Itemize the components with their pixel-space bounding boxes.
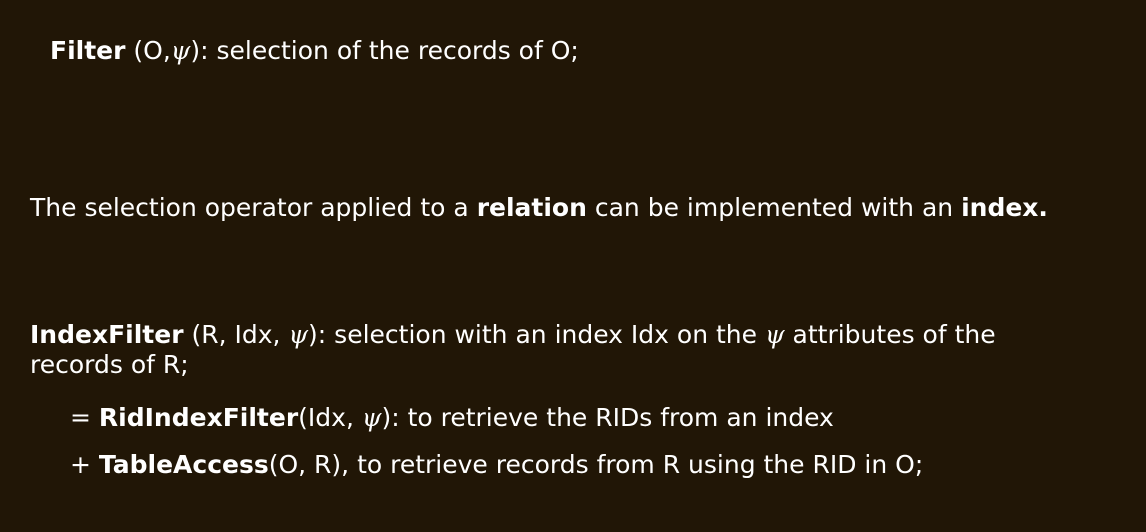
- relation-term: relation: [476, 193, 587, 222]
- filter-args-open: (O,: [125, 36, 171, 65]
- indexfilter-description-end: attributes of the: [784, 320, 996, 349]
- ridindexfilter-item: = RidIndexFilter(Idx, ψ): to retrieve th…: [70, 403, 834, 433]
- indexfilter-args-open: (R, Idx,: [183, 320, 289, 349]
- selection-period: .: [1038, 193, 1048, 222]
- filter-definition: Filter (O,ψ): selection of the records o…: [50, 36, 579, 66]
- psi-symbol: ψ: [170, 36, 191, 65]
- tableaccess-operator-name: TableAccess: [98, 450, 269, 479]
- ridindexfilter-args-open: (Idx,: [298, 403, 362, 432]
- selection-statement: The selection operator applied to a rela…: [30, 193, 1048, 223]
- psi-symbol: ψ: [361, 403, 382, 432]
- filter-description: ): selection of the records of O;: [190, 36, 579, 65]
- filter-operator-name: Filter: [50, 36, 126, 65]
- indexfilter-continuation: records of R;: [30, 350, 189, 380]
- indexfilter-description: ): selection with an index Idx on the: [308, 320, 765, 349]
- indexfilter-operator-name: IndexFilter: [30, 320, 184, 349]
- indexfilter-definition: IndexFilter (R, Idx, ψ): selection with …: [30, 320, 996, 350]
- ridindexfilter-description: ): to retrieve the RIDs from an index: [381, 403, 834, 432]
- psi-symbol-2: ψ: [764, 320, 785, 349]
- plus-prefix: +: [70, 450, 99, 479]
- indexfilter-continuation-text: records of R;: [30, 350, 189, 379]
- tableaccess-description: (O, R), to retrieve records from R using…: [268, 450, 924, 479]
- selection-text-1: The selection operator applied to a: [30, 193, 477, 222]
- index-term: index: [961, 193, 1039, 222]
- tableaccess-item: + TableAccess(O, R), to retrieve records…: [70, 450, 923, 480]
- ridindexfilter-operator-name: RidIndexFilter: [98, 403, 299, 432]
- psi-symbol: ψ: [288, 320, 309, 349]
- equals-prefix: =: [70, 403, 99, 432]
- selection-text-2: can be implemented with an: [586, 193, 962, 222]
